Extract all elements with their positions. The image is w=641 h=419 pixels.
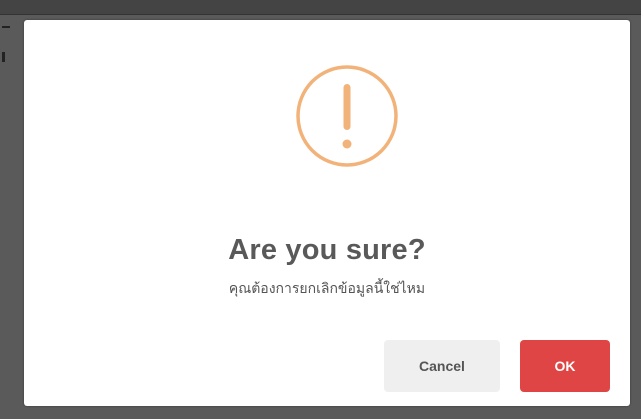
ok-button[interactable]: OK [520, 340, 610, 392]
background-edge-mark [2, 52, 5, 62]
confirm-dialog: Are you sure? คุณต้องการยกเลิกข้อมูลนี้ใ… [24, 20, 630, 406]
cancel-button[interactable]: Cancel [384, 340, 500, 392]
background-edge-mark [2, 26, 10, 28]
dialog-title: Are you sure? [228, 234, 426, 266]
warning-icon [296, 65, 398, 167]
dialog-message: คุณต้องการยกเลิกข้อมูลนี้ใช่ไหม [228, 280, 426, 296]
background-window-bar [0, 0, 641, 15]
screen: Are you sure? คุณต้องการยกเลิกข้อมูลนี้ใ… [0, 0, 641, 419]
